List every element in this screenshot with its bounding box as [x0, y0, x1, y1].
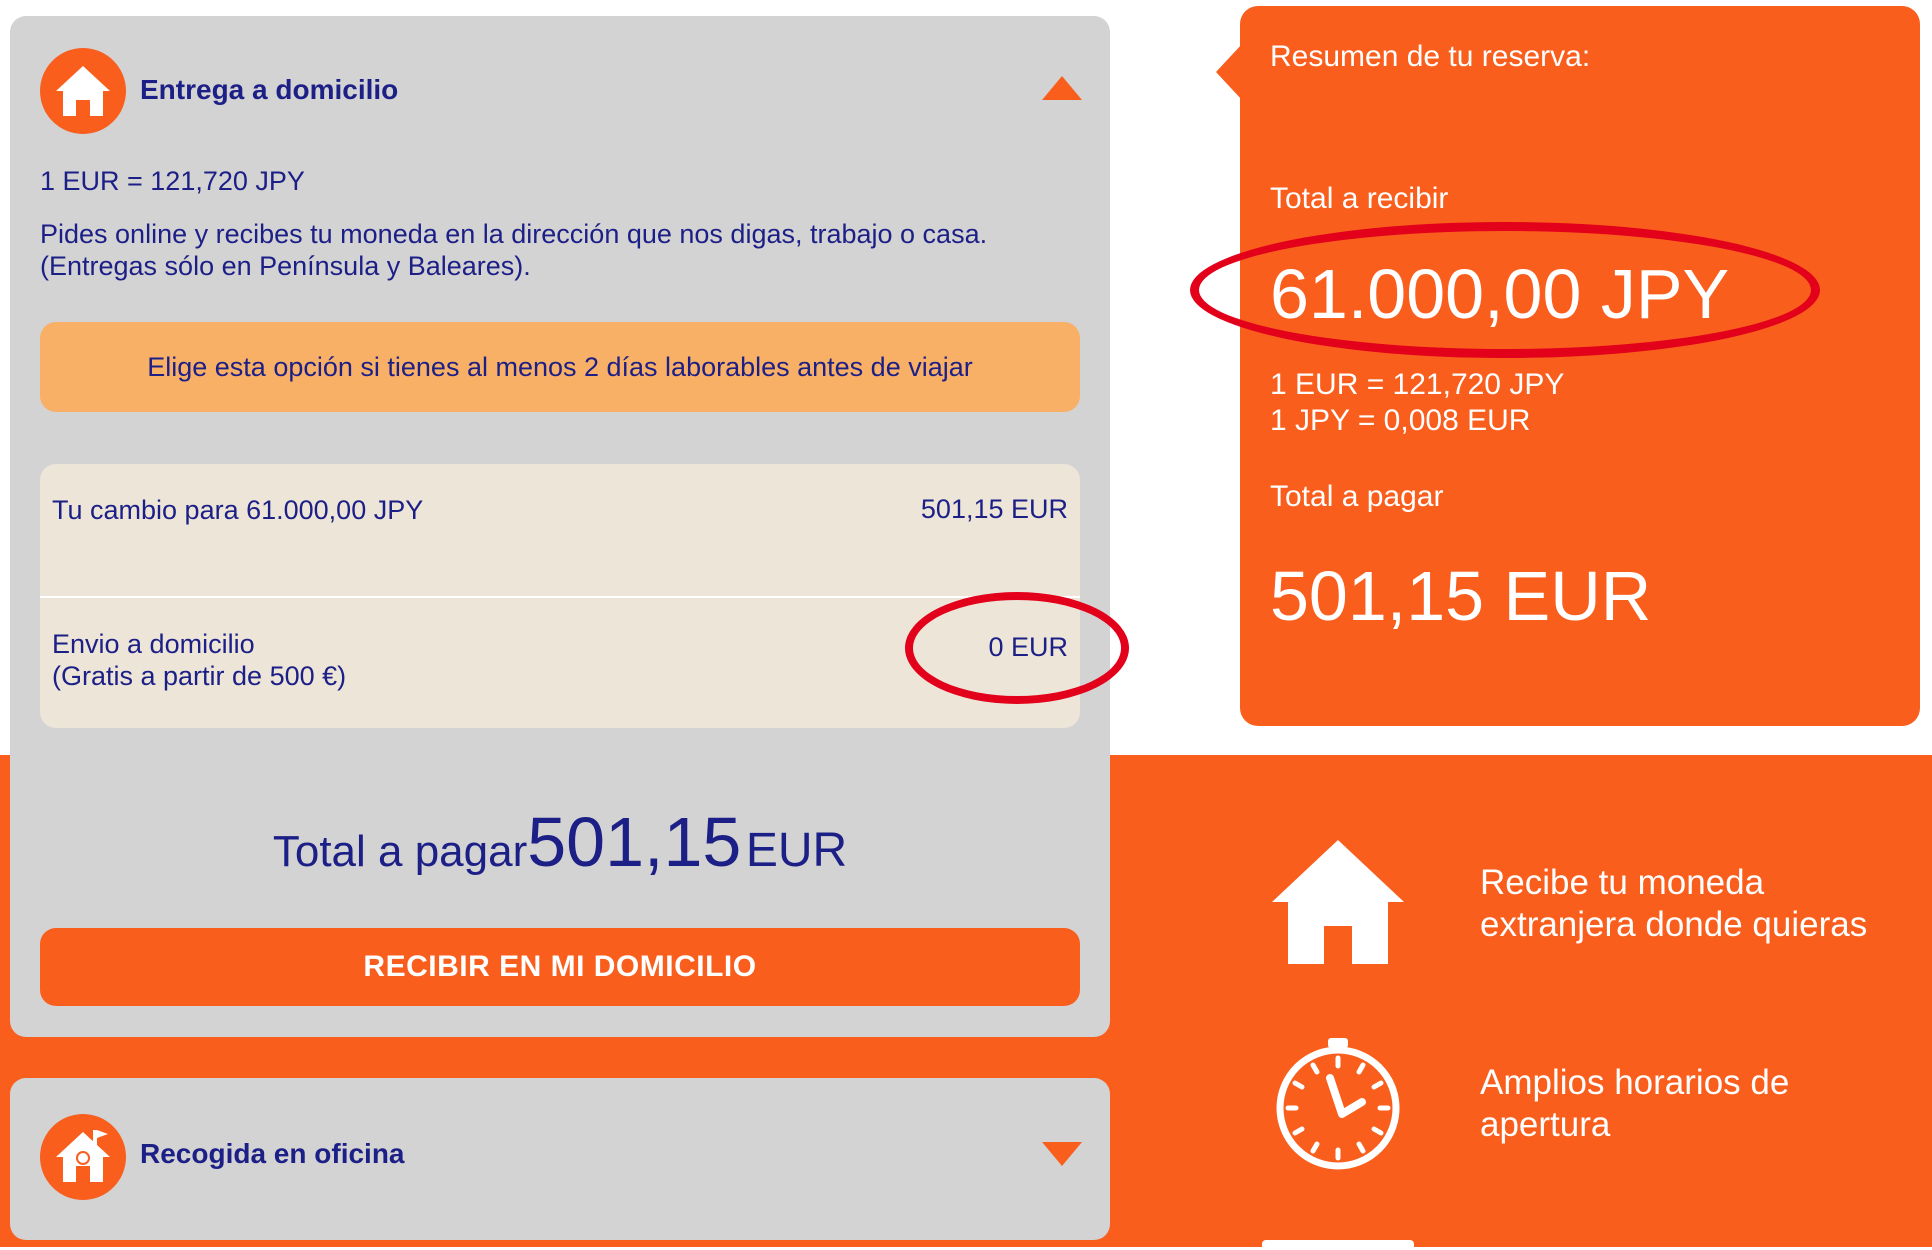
feature-line: Amplios horarios de [1480, 1063, 1790, 1102]
delivery-description: Pides online y recibes tu moneda en la d… [40, 218, 1080, 282]
breakdown-divider [40, 596, 1080, 598]
receive-at-home-button[interactable]: RECIBIR EN MI DOMICILIO [40, 928, 1080, 1006]
feature-line: Recibe tu moneda [1480, 863, 1765, 902]
feature-line: extranjera donde quieras [1480, 905, 1868, 944]
house-icon [1272, 840, 1404, 964]
delivery-description-line: (Entregas sólo en Península y Baleares). [40, 251, 531, 281]
total-to-pay: Total a pagar501,15 EUR [10, 802, 1110, 882]
delivery-description-line: Pides online y recibes tu moneda en la d… [40, 219, 988, 249]
total-amount: 501,15 [527, 803, 742, 881]
expand-caret-icon[interactable] [1042, 1142, 1082, 1166]
feature-opening-hours: Amplios horarios de apertura [1480, 1062, 1789, 1146]
receive-highlight-circle [1190, 222, 1820, 358]
shipping-label: Envio a domicilio (Gratis a partir de 50… [52, 628, 346, 692]
collapse-caret-icon[interactable] [1042, 76, 1082, 100]
summary-rate-eur-jpy: 1 EUR = 121,720 JPY [1270, 368, 1565, 401]
delivery-notice: Elige esta opción si tienes al menos 2 d… [40, 322, 1080, 412]
total-label: Total a pagar [272, 827, 528, 876]
home-delivery-title[interactable]: Entrega a domicilio [140, 74, 398, 106]
home-delivery-icon [40, 48, 126, 134]
shipping-highlight-circle [905, 592, 1129, 704]
home-delivery-card: Entrega a domicilio 1 EUR = 121,720 JPY … [10, 16, 1110, 1037]
exchange-label: Tu cambio para 61.000,00 JPY [52, 495, 424, 525]
pay-amount: 501,15 EUR [1270, 557, 1652, 635]
total-currency: EUR [745, 824, 848, 877]
delivery-exchange-rate: 1 EUR = 121,720 JPY [40, 166, 305, 196]
office-pickup-card[interactable]: Recogida en oficina [10, 1078, 1110, 1240]
exchange-value: 501,15 EUR [920, 494, 1068, 524]
office-pickup-icon [40, 1114, 126, 1200]
price-breakdown: Tu cambio para 61.000,00 JPY 501,15 EUR … [40, 464, 1080, 728]
stopwatch-icon [1276, 1038, 1400, 1170]
summary-rate-jpy-eur: 1 JPY = 0,008 EUR [1270, 404, 1531, 437]
bottom-tab [1262, 1240, 1414, 1250]
feature-home-delivery: Recibe tu moneda extranjera donde quiera… [1480, 862, 1867, 946]
shipping-label-line: (Gratis a partir de 500 €) [52, 661, 347, 691]
booking-summary: Resumen de tu reserva: Total a recibir 6… [1240, 6, 1920, 726]
receive-label: Total a recibir [1270, 182, 1449, 215]
feature-line: apertura [1480, 1105, 1611, 1144]
office-pickup-title[interactable]: Recogida en oficina [140, 1138, 405, 1170]
summary-title: Resumen de tu reserva: [1270, 40, 1591, 73]
pay-label: Total a pagar [1270, 480, 1444, 513]
shipping-label-line: Envio a domicilio [52, 629, 255, 659]
summary-pointer [1216, 44, 1242, 100]
